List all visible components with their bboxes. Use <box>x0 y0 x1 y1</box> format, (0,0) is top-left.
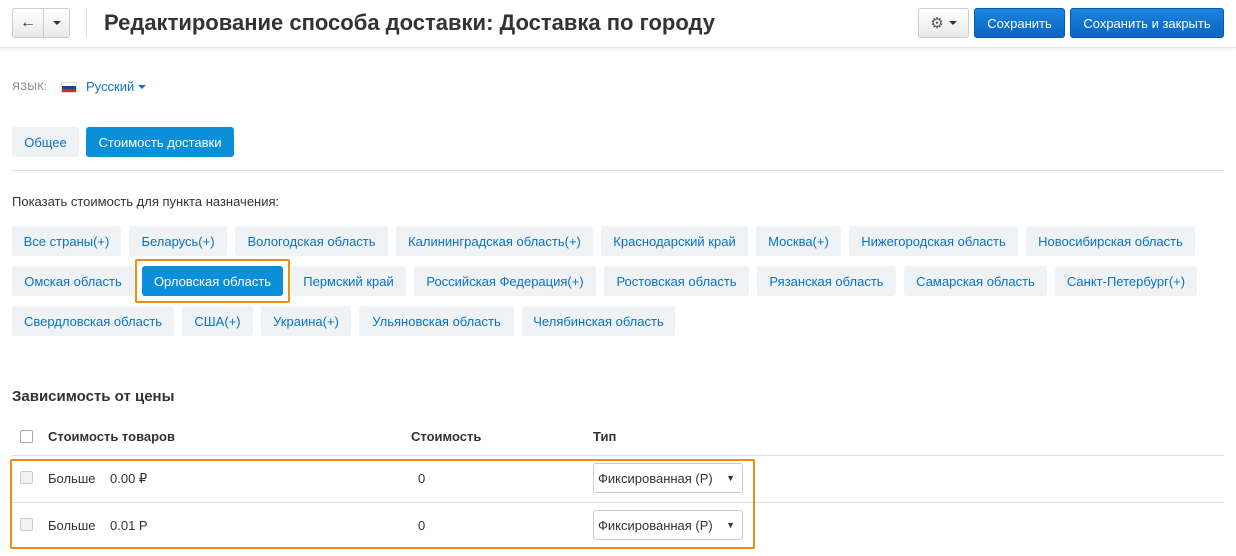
section-title: Зависимость от цены <box>12 388 175 405</box>
destination-chip[interactable]: Все страны(+) <box>12 226 121 256</box>
gear-icon: ⚙ <box>930 15 944 32</box>
destination-chip[interactable]: Калининградская область(+) <box>396 226 593 256</box>
chevron-down-icon <box>948 21 957 25</box>
destination-chip-selected[interactable]: Орловская область <box>142 266 283 296</box>
row-amount[interactable]: 0.00 ₽ <box>110 471 147 487</box>
select-arrow-icon: ▼ <box>726 473 735 483</box>
save-button[interactable]: Сохранить <box>974 8 1065 38</box>
column-header-type: Тип <box>593 429 617 444</box>
language-current: Русский <box>86 79 135 94</box>
save-and-close-button[interactable]: Сохранить и закрыть <box>1070 8 1224 38</box>
destination-chip[interactable]: Новосибирская область <box>1026 226 1195 256</box>
destination-chip[interactable]: Ростовская область <box>604 266 749 296</box>
row-checkbox[interactable] <box>20 471 33 484</box>
destination-chip[interactable]: Российская Федерация(+) <box>414 266 596 296</box>
select-all-checkbox[interactable] <box>20 430 33 443</box>
destination-chip[interactable]: США(+) <box>182 306 253 336</box>
destination-chip[interactable]: Краснодарский край <box>601 226 748 256</box>
destination-chip[interactable]: Украина(+) <box>261 306 351 336</box>
tab-shipping-cost[interactable]: Стоимость доставки <box>86 127 234 157</box>
destination-chip[interactable]: Нижегородская область <box>849 226 1018 256</box>
table-row-divider <box>12 502 1224 503</box>
row-type-select[interactable]: Фиксированная (Р) ▼ <box>593 463 743 493</box>
page-title: Редактирование способа доставки: Доставк… <box>104 10 715 35</box>
table-header-divider <box>12 455 1224 456</box>
row-condition: Больше <box>48 518 96 533</box>
destination-chip[interactable]: Ульяновская область <box>359 306 514 336</box>
destination-chip[interactable]: Омская область <box>12 266 134 296</box>
divider <box>86 8 87 38</box>
destination-chip[interactable]: Беларусь(+) <box>129 226 227 256</box>
tabs-divider <box>12 170 1224 171</box>
destination-chip[interactable]: Пермский край <box>291 266 406 296</box>
column-header-cost: Стоимость <box>411 429 482 444</box>
back-button-group: ← <box>12 8 70 38</box>
row-cost[interactable]: 0 <box>418 471 425 486</box>
row-amount[interactable]: 0.01 Р <box>110 518 148 533</box>
destination-chip[interactable]: Москва(+) <box>756 226 841 256</box>
destination-label: Показать стоимость для пункта назначения… <box>12 194 280 209</box>
row-checkbox[interactable] <box>20 518 33 531</box>
row-condition: Больше <box>48 471 96 486</box>
row-type-value: Фиксированная (Р) <box>598 517 713 533</box>
language-select[interactable]: Русский <box>86 79 147 94</box>
back-button[interactable]: ← <box>12 8 44 38</box>
row-type-value: Фиксированная (Р) <box>598 470 713 486</box>
select-arrow-icon: ▼ <box>726 520 735 530</box>
language-label: ЯЗЫК: <box>12 81 48 93</box>
chevron-down-icon <box>52 21 61 25</box>
arrow-left-icon: ← <box>20 14 36 31</box>
destination-chip[interactable]: Свердловская область <box>12 306 174 336</box>
history-dropdown-button[interactable] <box>44 8 70 38</box>
destination-chip[interactable]: Санкт-Петербург(+) <box>1055 266 1197 296</box>
top-toolbar: ← Редактирование способа доставки: Доста… <box>0 0 1236 48</box>
destination-chip[interactable]: Челябинская область <box>522 306 675 336</box>
row-cost[interactable]: 0 <box>418 518 425 533</box>
tab-general[interactable]: Общее <box>12 127 79 157</box>
row-type-select[interactable]: Фиксированная (Р) ▼ <box>593 510 743 540</box>
destination-chip[interactable]: Самарская область <box>904 266 1047 296</box>
destination-chip[interactable]: Вологодская область <box>235 226 388 256</box>
chevron-down-icon <box>138 84 147 89</box>
settings-dropdown-button[interactable]: ⚙ <box>918 8 969 38</box>
russia-flag-icon <box>61 82 77 93</box>
column-header-goods-cost: Стоимость товаров <box>48 429 175 444</box>
destination-chip[interactable]: Рязанская область <box>757 266 896 296</box>
